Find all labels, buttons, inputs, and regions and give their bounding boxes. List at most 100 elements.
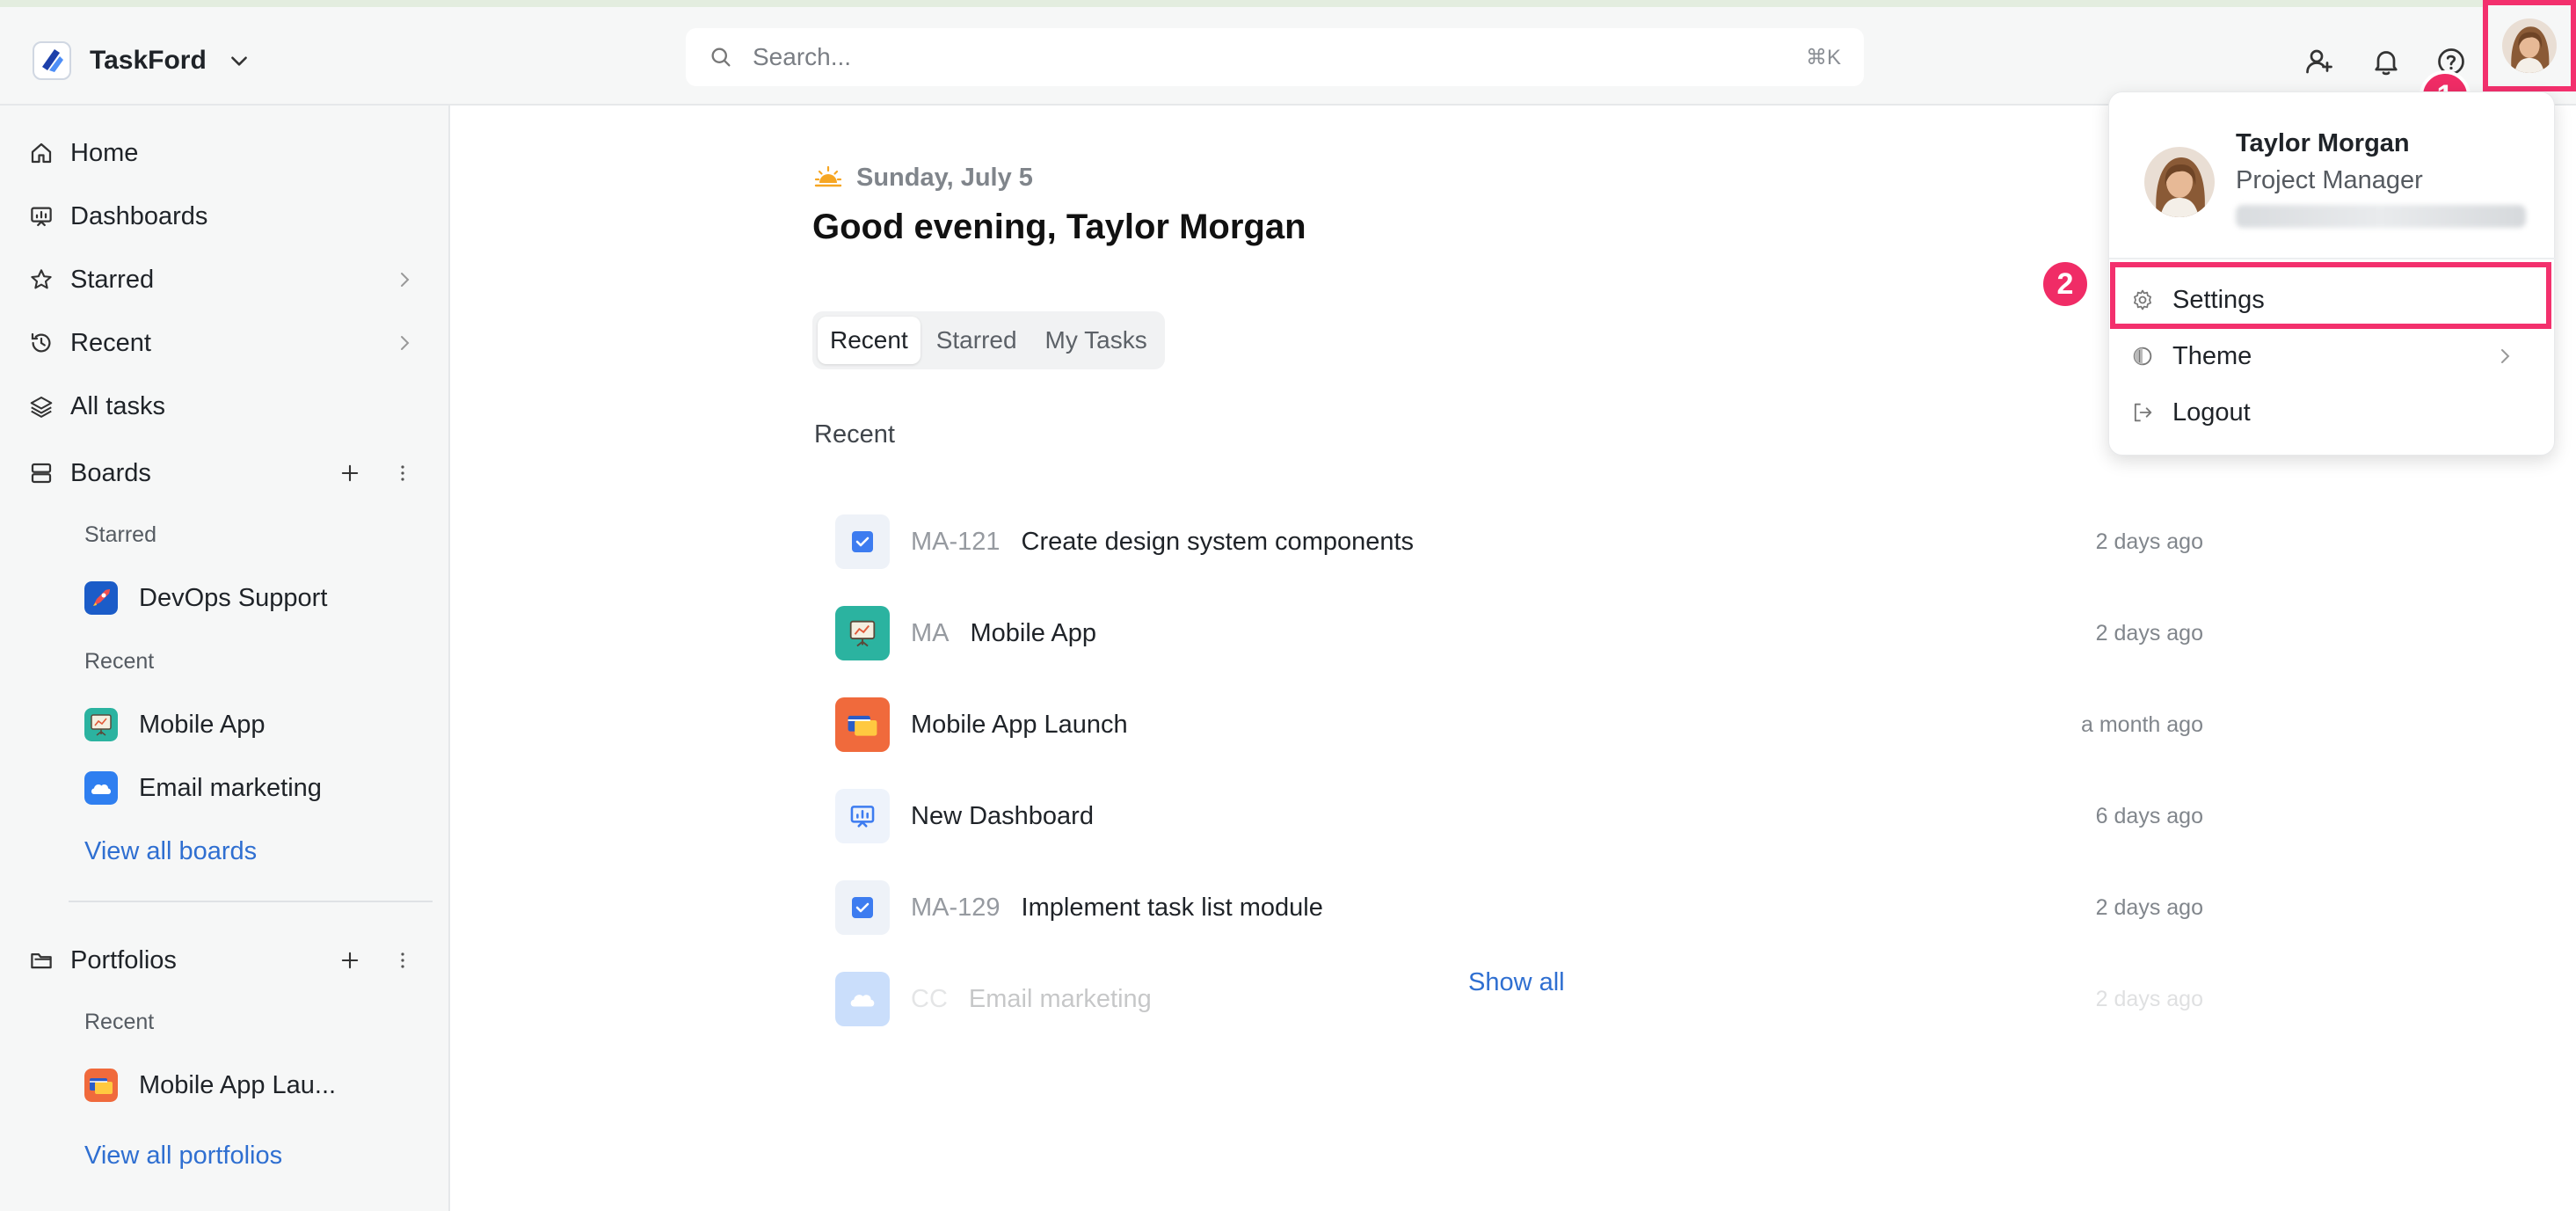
chevron-right-icon: [401, 336, 410, 350]
list-item[interactable]: MA-121 Create design system components 2…: [835, 496, 2203, 587]
board-label: Mobile App: [139, 710, 266, 739]
sidebar-item-label: All tasks: [70, 391, 165, 420]
checkbox-icon: [835, 880, 890, 935]
item-key: CC: [911, 984, 948, 1013]
board-label: DevOps Support: [139, 583, 328, 612]
sidebar: Home Dashboards Starred Recent All tasks…: [0, 106, 450, 1211]
taskford-logo-icon: [33, 41, 71, 80]
greeting-title: Good evening, Taylor Morgan: [812, 208, 1306, 246]
app-name: TaskFord: [90, 46, 207, 75]
item-time: 6 days ago: [2095, 803, 2203, 828]
item-time: 2 days ago: [2095, 894, 2203, 920]
more-vertical-icon[interactable]: [390, 948, 415, 973]
workspace-switcher[interactable]: TaskFord: [32, 33, 251, 88]
list-item[interactable]: New Dashboard 6 days ago: [835, 770, 2203, 862]
rocket-icon: [84, 581, 118, 615]
cloud-icon: [84, 771, 118, 805]
search-input[interactable]: [751, 42, 1806, 72]
item-key: MA: [911, 618, 950, 647]
contrast-icon: [2133, 347, 2152, 366]
user-email-redacted: [2236, 205, 2526, 228]
sidebar-item-label: Recent: [70, 328, 151, 357]
chevron-down-icon: [230, 56, 247, 66]
add-portfolio-icon[interactable]: [338, 948, 362, 973]
menu-divider: [2109, 258, 2556, 259]
item-time: 2 days ago: [2095, 986, 2203, 1011]
sidebar-portfolio-mobile-app-launch[interactable]: Mobile App Lau...: [84, 1061, 336, 1110]
sidebar-board-email-marketing[interactable]: Email marketing: [84, 763, 322, 813]
list-item[interactable]: Mobile App Launch a month ago: [835, 679, 2203, 770]
dashboard-icon: [835, 789, 890, 843]
view-all-portfolios-link[interactable]: View all portfolios: [84, 1142, 282, 1171]
folder-icon: [31, 953, 52, 969]
sidebar-item-dashboards[interactable]: Dashboards: [28, 192, 415, 241]
bell-icon[interactable]: [2370, 46, 2402, 77]
user-avatar-button[interactable]: [2483, 0, 2576, 91]
search-bar[interactable]: ⌘K: [686, 28, 1864, 86]
list-item[interactable]: MA Mobile App 2 days ago: [835, 587, 2203, 679]
cards-icon: [84, 1069, 118, 1102]
search-icon: [711, 47, 731, 67]
tab-my-tasks[interactable]: My Tasks: [1033, 317, 1160, 364]
portfolios-actions: [338, 948, 415, 973]
item-title: Email marketing: [968, 984, 1152, 1013]
sunset-icon: [814, 165, 842, 187]
board-label: Email marketing: [139, 773, 322, 802]
item-title: Mobile App: [970, 618, 1097, 647]
list-item[interactable]: CC Email marketing 2 days ago: [835, 953, 2203, 1045]
portfolio-label: Mobile App Lau...: [139, 1070, 337, 1099]
settings-highlight-box: [2110, 262, 2551, 329]
add-user-icon[interactable]: [2303, 46, 2335, 77]
sidebar-section-portfolios[interactable]: Portfolios: [28, 936, 415, 985]
search-shortcut: ⌘K: [1805, 45, 1841, 69]
presentation-icon: [84, 708, 118, 741]
sidebar-item-label: Home: [70, 138, 139, 167]
item-title: Implement task list module: [1021, 893, 1323, 922]
tab-starred[interactable]: Starred: [924, 317, 1030, 364]
sidebar-item-all-tasks[interactable]: All tasks: [28, 382, 415, 431]
sidebar-board-devops-support[interactable]: DevOps Support: [84, 573, 327, 623]
sidebar-item-home[interactable]: Home: [28, 128, 415, 178]
avatar: [2144, 147, 2215, 217]
user-role: Project Manager: [2236, 166, 2423, 194]
item-time: 2 days ago: [2095, 620, 2203, 646]
show-all-link[interactable]: Show all: [1468, 968, 1565, 997]
date-line: Sunday, July 5: [812, 162, 1033, 193]
presentation-icon: [835, 606, 890, 660]
item-title: New Dashboard: [911, 801, 1094, 830]
sidebar-item-label: Starred: [70, 265, 155, 294]
boards-actions: [338, 461, 415, 485]
boards-recent-label: Recent: [84, 649, 155, 674]
history-icon: [31, 332, 51, 353]
more-vertical-icon[interactable]: [390, 461, 415, 485]
tab-recent[interactable]: Recent: [818, 317, 921, 364]
sidebar-board-mobile-app[interactable]: Mobile App: [84, 700, 266, 749]
menu-item-theme[interactable]: Theme: [2109, 328, 2556, 384]
portfolios-section-label: Portfolios: [70, 945, 177, 974]
list-item[interactable]: MA-129 Implement task list module 2 days…: [835, 862, 2203, 953]
sidebar-item-recent[interactable]: Recent: [28, 318, 415, 368]
recent-section-title: Recent: [814, 420, 895, 449]
item-title: Create design system components: [1021, 527, 1415, 556]
view-all-boards-link[interactable]: View all boards: [84, 837, 257, 866]
add-board-icon[interactable]: [338, 461, 362, 485]
chevron-right-icon: [2501, 349, 2510, 363]
checkbox-icon: [835, 514, 890, 569]
recent-list: MA-121 Create design system components 2…: [835, 496, 2203, 1045]
boards-section-label: Boards: [70, 458, 151, 487]
avatar: [2502, 18, 2557, 73]
item-key: MA-129: [911, 893, 1001, 922]
boards-icon: [31, 463, 52, 484]
menu-item-logout[interactable]: Logout: [2109, 384, 2556, 441]
star-icon: [31, 269, 52, 289]
sidebar-item-starred[interactable]: Starred: [28, 255, 415, 304]
cards-icon: [835, 697, 890, 752]
top-accent-line: [0, 0, 2576, 7]
current-date: Sunday, July 5: [856, 163, 1033, 192]
cloud-icon: [835, 972, 890, 1026]
item-time: 2 days ago: [2095, 529, 2203, 554]
sidebar-item-label: Dashboards: [70, 201, 208, 230]
user-name: Taylor Morgan: [2236, 129, 2410, 157]
sidebar-section-boards[interactable]: Boards: [28, 449, 415, 498]
layers-icon: [30, 396, 53, 418]
